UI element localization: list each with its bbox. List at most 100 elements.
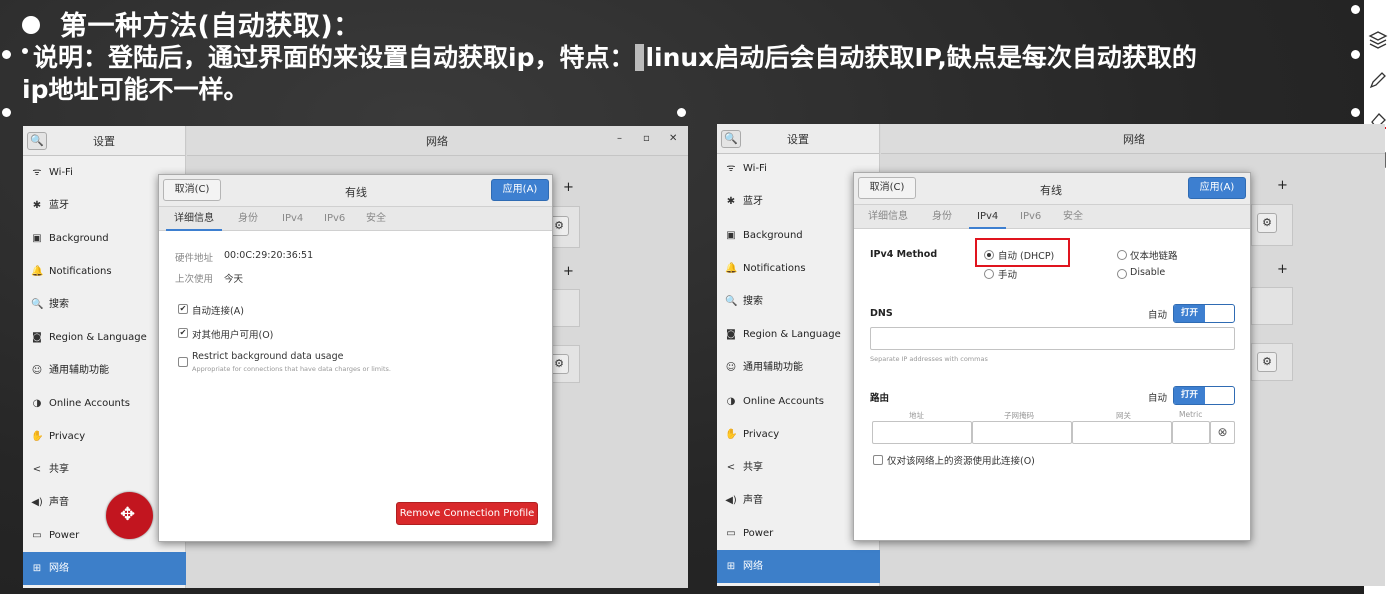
network-title: 网络 [426, 135, 448, 148]
wifi-icon: ᯤ [726, 163, 736, 174]
dns-input[interactable] [870, 327, 1235, 350]
route-col-netmask: 子网掩码 [1004, 411, 1034, 420]
gear-icon[interactable]: ⚙ [1257, 352, 1277, 372]
slide-heading: 第一种方法(自动获取)： [22, 4, 361, 43]
add-vpn-button[interactable]: + [1277, 262, 1288, 277]
screenshot-left: 🔍 设置 ᯤ Wi-Fi ✱ 蓝牙 ▣ Background 🔔 Notificatio… [23, 126, 688, 588]
tab-identity[interactable]: 身份 [924, 205, 960, 229]
accounts-icon: ◑ [726, 396, 736, 407]
routes-auto-label: 自动 [1148, 393, 1168, 404]
background-icon: ▣ [726, 230, 736, 241]
apply-button[interactable]: 应用(A) [491, 179, 549, 201]
cursor-indicator: ✥ [106, 492, 153, 539]
dialog-header: 取消(C) 有线 应用(A) [854, 173, 1250, 205]
add-connection-button[interactable]: + [1277, 178, 1288, 193]
remove-connection-button[interactable]: Remove Connection Profile [396, 502, 538, 525]
hardware-address-value: 00:0C:29:20:36:51 [224, 250, 314, 261]
network-header: 网络 – ▫ ✕ [187, 126, 688, 156]
route-gateway-input[interactable] [1072, 421, 1172, 444]
dns-note: Separate IP addresses with commas [870, 355, 988, 363]
tab-identity[interactable]: 身份 [230, 207, 266, 231]
all-users-checkbox[interactable]: ✔ [178, 328, 188, 338]
clear-route-button[interactable]: ⊗ [1210, 421, 1235, 444]
settings-title: 设置 [93, 135, 115, 148]
selection-handle[interactable] [1351, 5, 1360, 14]
sound-icon: ◀) [31, 497, 43, 508]
selection-handle[interactable] [677, 108, 686, 117]
radio-link-local[interactable] [1117, 250, 1127, 260]
radio-disable-label: Disable [1130, 267, 1166, 278]
add-connection-button[interactable]: + [563, 180, 574, 195]
close-button[interactable]: ✕ [669, 133, 677, 144]
search-icon: 🔍 [31, 299, 44, 310]
vpn-panel [1251, 287, 1293, 325]
privacy-icon: ✋ [31, 431, 44, 442]
sidebar-item-network[interactable]: ⊞ 网络 [717, 550, 880, 583]
pen-icon[interactable] [1367, 70, 1389, 92]
tab-security[interactable]: 安全 [1055, 205, 1091, 229]
route-netmask-input[interactable] [972, 421, 1072, 444]
sidebar-header: 🔍 设置 [23, 126, 185, 156]
layers-icon[interactable] [1367, 30, 1389, 52]
tab-details[interactable]: 详细信息 [860, 205, 916, 229]
tab-ipv6[interactable]: IPv6 [1012, 205, 1049, 229]
ipv4-method-label: IPv4 Method [870, 249, 938, 260]
radio-disable[interactable] [1117, 269, 1127, 279]
dhcp-highlight-box [975, 238, 1070, 267]
dialog-tabs: 详细信息 身份 IPv4 IPv6 安全 [854, 205, 1250, 229]
route-metric-input[interactable] [1172, 421, 1210, 444]
cancel-button[interactable]: 取消(C) [858, 177, 916, 199]
share-icon: < [32, 464, 42, 475]
route-col-gateway: 网关 [1116, 411, 1131, 420]
wired-ipv4-dialog: 取消(C) 有线 应用(A) 详细信息 身份 IPv4 IPv6 安全 IPv4… [853, 172, 1251, 541]
auto-connect-label: 自动连接(A) [192, 306, 244, 317]
maximize-button[interactable]: ▫ [643, 133, 650, 144]
only-resources-label: 仅对该网络上的资源使用此连接(O) [887, 456, 1035, 467]
description-part1: 说明：登陆后，通过界面的来设置自动获取ip，特点： [33, 43, 635, 72]
last-used-label: 上次使用 [175, 274, 214, 285]
all-users-label: 对其他用户可用(O) [192, 330, 274, 341]
selection-handle[interactable] [1351, 108, 1360, 117]
tab-ipv4[interactable]: IPv4 [274, 207, 311, 231]
cancel-button[interactable]: 取消(C) [163, 179, 221, 201]
screenshot-right: 🔍 设置 ᯤ Wi-Fi ✱ 蓝牙 ▣ Background 🔔 Notificatio… [717, 124, 1385, 586]
accessibility-icon: ☺ [31, 365, 43, 376]
power-icon: ▭ [726, 528, 736, 539]
bullet-dot [22, 15, 40, 34]
power-icon: ▭ [32, 530, 42, 541]
accessibility-icon: ☺ [725, 362, 737, 373]
routes-auto-toggle[interactable]: 打开 [1173, 386, 1235, 405]
routes-label: 路由 [870, 393, 890, 404]
network-title: 网络 [1123, 133, 1145, 146]
auto-connect-checkbox[interactable]: ✔ [178, 304, 188, 314]
sidebar-header: 🔍 设置 [717, 124, 879, 154]
hardware-address-label: 硬件地址 [175, 253, 214, 264]
description-part3: ip地址可能不一样。 [22, 75, 249, 104]
restrict-note: Appropriate for connections that have da… [192, 365, 391, 373]
tab-details[interactable]: 详细信息 [166, 207, 222, 231]
privacy-icon: ✋ [725, 429, 738, 440]
radio-manual[interactable] [984, 269, 994, 279]
bullet-dot-small [22, 48, 28, 54]
dialog-tabs: 详细信息 身份 IPv4 IPv6 安全 [159, 207, 552, 231]
dns-auto-toggle[interactable]: 打开 [1173, 304, 1235, 323]
minimize-button[interactable]: – [617, 133, 622, 144]
gear-icon[interactable]: ⚙ [1257, 213, 1277, 233]
tab-ipv6[interactable]: IPv6 [316, 207, 353, 231]
restrict-checkbox[interactable] [178, 357, 188, 367]
tab-security[interactable]: 安全 [358, 207, 394, 231]
slide-description: 说明：登陆后，通过界面的来设置自动获取ip，特点： linux启动后会自动获取IP… [22, 42, 1342, 106]
add-vpn-button[interactable]: + [563, 264, 574, 279]
route-address-input[interactable] [872, 421, 972, 444]
tab-ipv4[interactable]: IPv4 [969, 205, 1007, 229]
only-resources-checkbox[interactable] [873, 455, 883, 465]
camera-icon: ◙ [726, 329, 736, 340]
network-icon: ⊞ [726, 561, 736, 572]
selection-handle[interactable] [2, 108, 11, 117]
selection-handle[interactable] [1351, 50, 1360, 59]
wifi-icon: ᯤ [32, 167, 42, 178]
sidebar-item-network[interactable]: ⊞ 网络 [23, 552, 186, 585]
apply-button[interactable]: 应用(A) [1188, 177, 1246, 199]
accounts-icon: ◑ [32, 398, 42, 409]
selection-handle[interactable] [2, 50, 11, 59]
